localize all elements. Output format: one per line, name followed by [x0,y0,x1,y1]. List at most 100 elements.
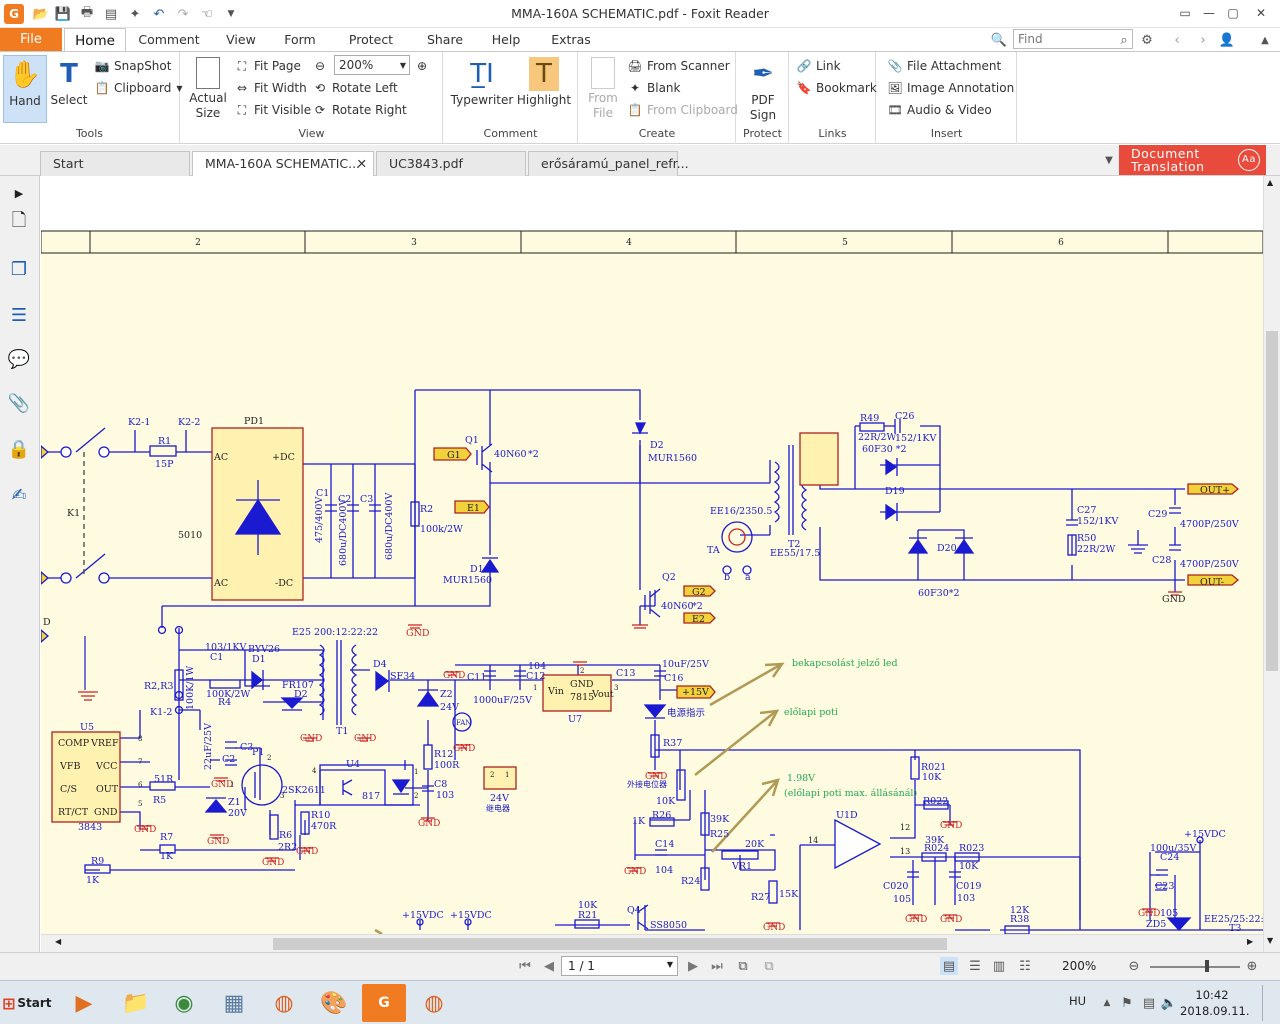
paint-icon[interactable]: 🎨 [312,984,356,1022]
attachments-icon[interactable]: 📎 [8,392,30,414]
maximize-button[interactable]: ▢ [1222,4,1244,22]
facing-icon[interactable]: ▥ [990,957,1008,975]
snapshot-button[interactable]: 📷 SnapShot [94,56,172,76]
blank-button[interactable]: ✦ Blank [627,78,681,98]
tab-form[interactable]: Form [276,28,324,51]
search-folder-icon[interactable]: 🔍 [990,31,1008,49]
file-explorer-icon[interactable]: 📁 [114,984,158,1022]
image-annotation-button[interactable]: 🖼 Image Annotation [887,78,1014,98]
tray-expand-icon[interactable]: ▲ [1098,994,1116,1012]
file-attachment-button[interactable]: 📎 File Attachment [887,56,1002,76]
vertical-scrollbar[interactable]: ▲ ▼ [1263,176,1280,952]
tab-file[interactable]: File [0,28,62,51]
tab-home[interactable]: Home [64,28,126,52]
close-button[interactable]: ✕ [1250,4,1272,22]
find-settings-icon[interactable]: ⚙ [1138,31,1156,49]
tab-comment[interactable]: Comment [132,28,206,51]
layers-icon[interactable]: ☰ [8,304,30,326]
next-result-icon[interactable]: › [1194,31,1212,49]
continuous-icon[interactable]: ☰ [966,957,984,975]
network-icon[interactable]: ▤ [1140,994,1158,1012]
open-icon[interactable]: 📂 [32,5,50,23]
doc-tab-uc3843[interactable]: UC3843.pdf [376,151,526,176]
zoom-slider[interactable] [1150,966,1240,968]
vertical-scroll-thumb[interactable] [1266,331,1278,671]
rotate-right-button[interactable]: ⟳ Rotate Right [312,100,407,120]
scroll-down-icon[interactable]: ▼ [1267,936,1273,945]
previous-page-icon[interactable]: ◀ [540,957,558,975]
zoom-out-status-icon[interactable]: ⊖ [1125,957,1143,975]
next-view-icon[interactable]: ⧉ [760,957,778,975]
redo-icon[interactable]: ↷ [174,5,192,23]
zoom-in-icon[interactable]: ⊕ [414,56,434,76]
fit-visible-button[interactable]: ⛶ Fit Visible [234,100,311,120]
volume-icon[interactable]: 🔈 [1160,994,1178,1012]
expand-panel-icon[interactable]: ▶ [8,182,30,204]
doc-tab-schematic[interactable]: MMA-160A SCHEMATIC... ✕ [192,151,374,176]
hand-quick-icon[interactable]: ☜ [198,5,216,23]
properties-icon[interactable]: ▤ [102,5,120,23]
select-button[interactable]: T Select [50,57,88,108]
rotate-left-button[interactable]: ⟲ Rotate Left [312,78,398,98]
scroll-up-icon[interactable]: ▲ [1267,178,1273,187]
from-file-button[interactable]: From File [583,57,623,121]
zoom-level[interactable]: 200% [1062,959,1096,973]
new-icon[interactable]: ✦ [126,5,144,23]
foxit-taskbar-icon[interactable]: G [362,984,406,1022]
security-lock-icon[interactable]: 🔒 [8,438,30,460]
hand-button[interactable]: ✋ Hand [3,55,47,123]
clipboard-button[interactable]: 📋 Clipboard ▼ [94,78,183,98]
page-number-input[interactable]: 1 / 1 ▼ [561,956,678,976]
chrome-icon[interactable]: ◉ [162,984,206,1022]
doc-tab-start[interactable]: Start [40,151,190,176]
scroll-left-icon[interactable]: ◀ [55,937,61,946]
prev-result-icon[interactable]: ‹ [1168,31,1186,49]
language-indicator[interactable]: HU [1069,994,1086,1008]
save-icon[interactable]: 💾 [54,5,72,23]
pdf-sign-button[interactable]: ✒ PDF Sign [743,57,783,123]
tab-view[interactable]: View [218,28,264,51]
from-scanner-button[interactable]: 🖨 From Scanner [627,56,729,76]
close-tab-icon[interactable]: ✕ [357,156,367,171]
zoom-select[interactable]: 200% ▼ [334,55,410,75]
show-desktop-button[interactable] [1262,985,1280,1021]
fit-page-button[interactable]: ⛶ Fit Page [234,56,301,76]
flag-icon[interactable]: ⚑ [1118,994,1136,1012]
page-thumbnails-icon[interactable]: ❐ [8,258,30,280]
foxit-logo-icon[interactable]: G [4,4,24,24]
audio-video-button[interactable]: 🎞 Audio & Video [887,100,991,120]
restore-icon[interactable]: ▭ [1174,4,1196,22]
doc-tab-panel[interactable]: erősáramú_panel_refr... [528,151,689,176]
bookmark-button[interactable]: 🔖 Bookmark [796,78,877,98]
scroll-right-icon[interactable]: ▶ [1247,937,1253,946]
tab-help[interactable]: Help [486,28,526,51]
tab-extras[interactable]: Extras [546,28,596,51]
horizontal-scrollbar[interactable]: ◀ ▶ [41,934,1263,952]
single-page-icon[interactable]: ▤ [940,957,958,975]
media-player-icon[interactable]: ▶ [62,984,106,1022]
continuous-facing-icon[interactable]: ☷ [1016,957,1034,975]
fit-width-button[interactable]: ⇔ Fit Width [234,78,307,98]
calculator-icon[interactable]: ▦ [212,984,256,1022]
firefox-icon[interactable]: ◍ [262,984,306,1022]
undo-icon[interactable]: ↶ [150,5,168,23]
first-page-icon[interactable]: ⏮ [516,957,534,975]
find-search-icon[interactable]: ⌕ [1115,31,1133,49]
firefox-2-icon[interactable]: ◍ [412,984,456,1022]
tab-share[interactable]: Share [420,28,470,51]
from-clipboard-button[interactable]: 📋 From Clipboard [627,100,738,120]
customize-dropdown-icon[interactable]: ▼ [222,5,240,23]
print-icon[interactable]: 🖶 [78,5,96,23]
next-page-icon[interactable]: ▶ [684,957,702,975]
highlight-button[interactable]: T Highlight [517,57,571,108]
actual-size-button[interactable]: Actual Size [187,57,229,121]
signature-icon[interactable]: ✍ [8,484,30,506]
zoom-out-icon[interactable]: ⊖ [312,56,332,76]
horizontal-scroll-thumb[interactable] [273,938,947,950]
previous-view-icon[interactable]: ⧉ [734,957,752,975]
pages-icon[interactable]: 🗋 [8,210,30,234]
clock[interactable]: 10:42 2018.09.11. [1180,987,1250,1019]
last-page-icon[interactable]: ⏭ [708,957,726,975]
zoom-in-status-icon[interactable]: ⊕ [1243,957,1261,975]
link-button[interactable]: 🔗 Link [796,56,841,76]
